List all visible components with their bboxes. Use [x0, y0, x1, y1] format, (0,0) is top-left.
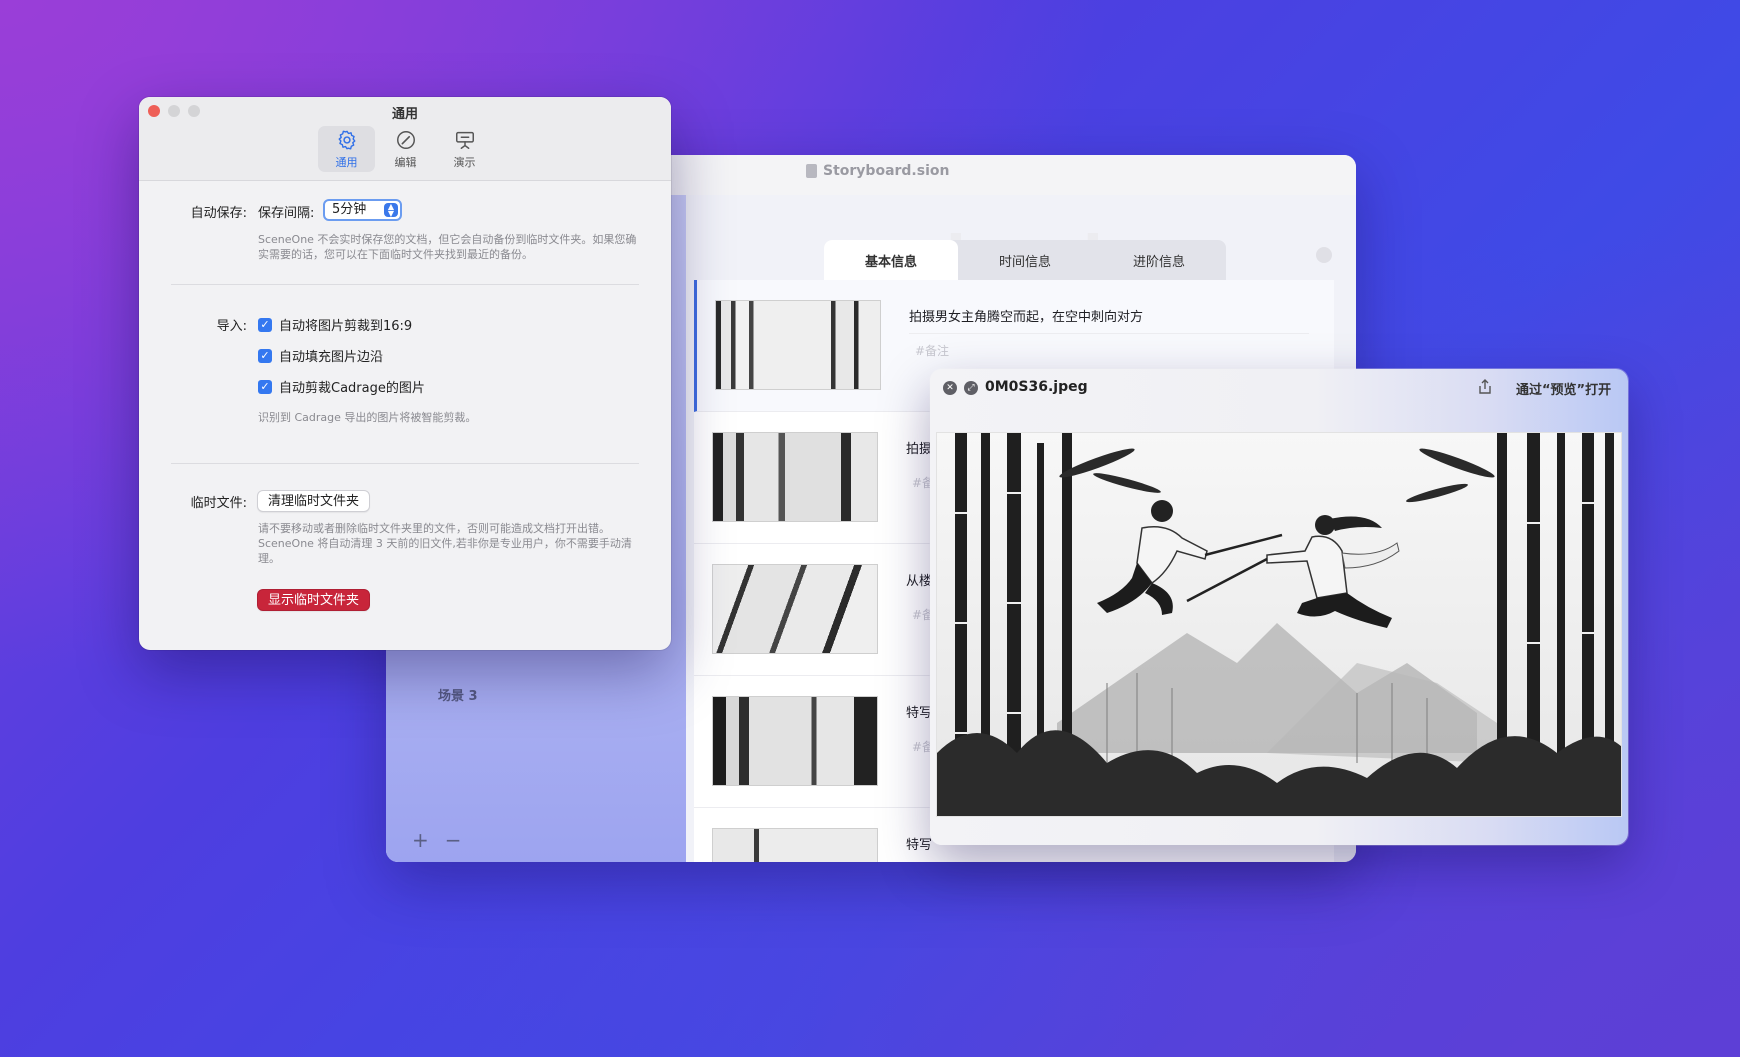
shot-thumbnail[interactable] [712, 432, 878, 522]
tab-advanced-info[interactable]: 进阶信息 [1092, 240, 1226, 280]
shot-description[interactable]: 拍摄男女主角腾空而起，在空中刺向对方 [909, 306, 1309, 334]
shot-description[interactable]: 特写 [906, 834, 932, 853]
crop-cadrage-checkbox-row[interactable]: ✓ 自动剪裁Cadrage的图片 [258, 377, 425, 396]
preferences-body: 自动保存: 保存间隔: 5分钟 ▲ ▼ SceneOne 不会实时保存您的文档，但… [139, 181, 671, 650]
tab-general[interactable]: 通用 [318, 126, 375, 172]
quicklook-filename: 0M0S36.jpeg [985, 379, 1088, 395]
shot-thumbnail[interactable] [712, 696, 878, 786]
checkmark-icon[interactable]: ✓ [258, 317, 272, 332]
quicklook-window: ✕ ⤢ 0M0S36.jpeg 通过“预览”打开 [930, 369, 1628, 845]
temp-files-label: 临时文件: [190, 496, 247, 511]
gear-icon [338, 130, 355, 149]
add-scene-button[interactable]: + [412, 828, 429, 852]
import-hint: 识别到 Cadrage 导出的图片将被智能剪裁。 [258, 411, 477, 424]
tab-basic-info[interactable]: 基本信息 [824, 240, 958, 280]
remove-scene-button[interactable]: − [445, 828, 462, 852]
section-divider [171, 284, 639, 285]
shot-note[interactable]: #备注 [915, 342, 949, 359]
shot-description[interactable]: 特写 [906, 702, 932, 721]
open-with-preview-button[interactable]: 通过“预览”打开 [1516, 379, 1611, 398]
bamboo-duel-illustration [937, 433, 1621, 816]
save-interval-select[interactable]: 5分钟 ▲ ▼ [323, 199, 402, 221]
close-icon[interactable]: ✕ [943, 381, 957, 395]
info-tabs: 基本信息 时间信息 进阶信息 [824, 240, 1226, 280]
preferences-title: 通用 [391, 107, 418, 122]
fullscreen-icon[interactable]: ⤢ [964, 381, 978, 395]
share-icon[interactable] [1478, 379, 1492, 399]
tab-presentation-label: 演示 [453, 155, 476, 169]
tab-presentation[interactable]: 演示 [436, 126, 493, 172]
shot-thumbnail[interactable] [712, 564, 878, 654]
edit-icon [396, 130, 415, 149]
storyboard-title-text: Storyboard.sion [823, 163, 950, 179]
presentation-icon [455, 131, 474, 149]
sidebar-buttons: + − [412, 828, 462, 852]
chevron-updown-icon: ▲ ▼ [384, 203, 398, 218]
tab-edit-label: 编辑 [394, 155, 417, 169]
tab-edit[interactable]: 编辑 [377, 126, 434, 172]
preferences-window: 通用 通用 编辑 演示 自动保存: 保存间隔: 5分钟 ▲ ▼ SceneOne… [139, 97, 671, 650]
shot-thumbnail[interactable] [712, 828, 878, 862]
save-interval-value: 5分钟 [332, 202, 367, 217]
crop-16-9-label: 自动将图片剪裁到16:9 [279, 319, 413, 334]
document-icon [806, 164, 817, 178]
show-temp-folder-button[interactable]: 显示临时文件夹 [257, 589, 371, 611]
preview-image [936, 432, 1622, 817]
tab-time-info[interactable]: 时间信息 [958, 240, 1092, 280]
preferences-toolbar-area: 通用 通用 编辑 演示 [139, 97, 671, 181]
tab-general-label: 通用 [335, 155, 358, 169]
fill-edges-label: 自动填充图片边沿 [279, 350, 384, 365]
temp-files-hint: 请不要移动或者删除临时文件夹里的文件，否则可能造成文档打开出错。SceneOne… [258, 522, 632, 565]
sidebar-item-scene-3[interactable]: 场景 3 [438, 685, 478, 704]
shot-thumbnail[interactable] [715, 300, 881, 390]
shot-description[interactable]: 拍摄 [906, 438, 932, 457]
preferences-tabs: 通用 编辑 演示 [318, 126, 493, 172]
fill-edges-checkbox-row[interactable]: ✓ 自动填充图片边沿 [258, 346, 383, 365]
clean-temp-folder-button[interactable]: 清理临时文件夹 [257, 490, 371, 512]
checkmark-icon[interactable]: ✓ [258, 379, 272, 394]
import-label: 导入: [216, 319, 247, 334]
shot-description[interactable]: 从楼 [906, 570, 932, 589]
autosave-label: 自动保存: [190, 206, 247, 221]
crop-16-9-checkbox-row[interactable]: ✓ 自动将图片剪裁到16:9 [258, 315, 412, 334]
crop-cadrage-label: 自动剪裁Cadrage的图片 [279, 381, 425, 396]
storyboard-title: Storyboard.sion [806, 163, 949, 179]
autosave-hint: SceneOne 不会实时保存您的文档，但它会自动备份到临时文件夹。如果您确实需… [258, 233, 637, 261]
save-interval-label: 保存间隔: [258, 206, 315, 221]
close-panel-icon[interactable] [1316, 247, 1332, 263]
checkmark-icon[interactable]: ✓ [258, 348, 272, 363]
quicklook-toolbar: ✕ ⤢ 0M0S36.jpeg 通过“预览”打开 [930, 369, 1628, 409]
section-divider [171, 463, 639, 464]
